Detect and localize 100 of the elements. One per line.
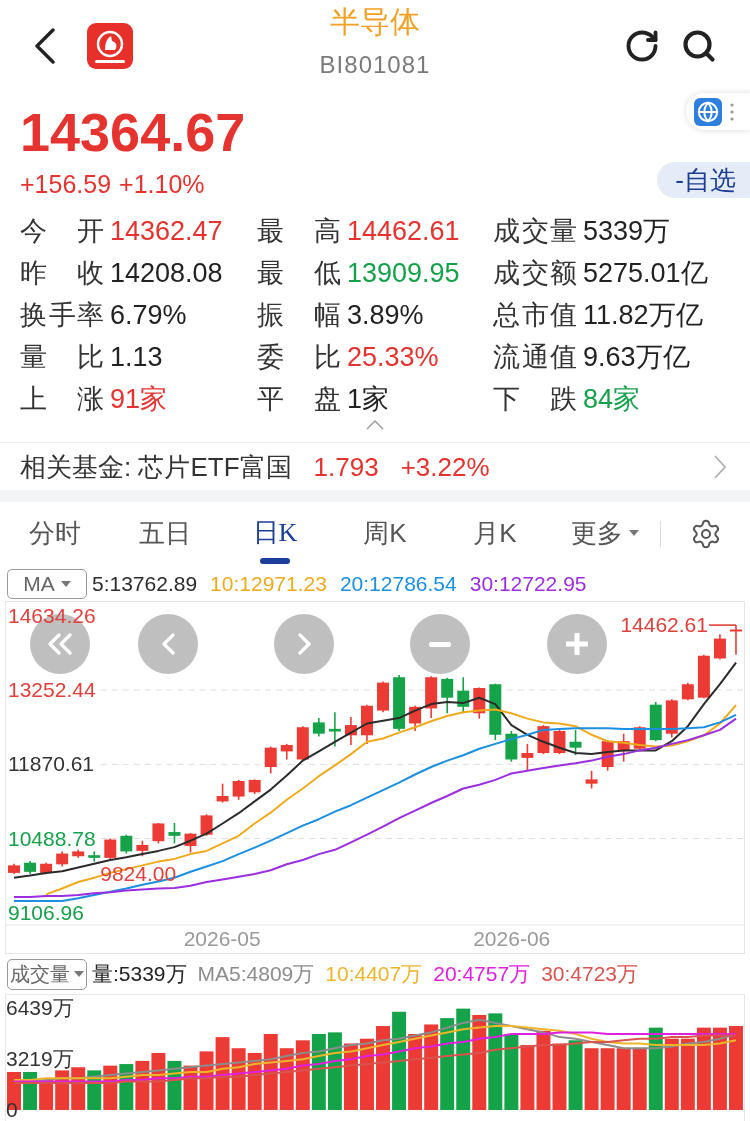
axis-label: 9106.96 — [8, 900, 84, 925]
double-chevron-left-icon — [47, 633, 73, 655]
candlestick — [312, 717, 325, 738]
candlestick — [489, 682, 502, 741]
stat-label: 最 高 — [257, 215, 341, 247]
stat-value: 14362.47 — [110, 215, 223, 247]
chart-tab[interactable]: 更多 — [550, 502, 660, 566]
candlestick — [184, 832, 197, 854]
stat-value: 91家 — [110, 383, 168, 415]
candlestick — [377, 680, 389, 713]
next-button[interactable] — [274, 614, 334, 674]
candlestick — [88, 850, 101, 863]
candlestick — [40, 861, 53, 876]
axis-label: 6439万 — [6, 997, 74, 1019]
candlestick — [361, 703, 373, 745]
page-title: 半导体 — [330, 4, 420, 40]
date-label: 2026-05 — [183, 927, 261, 951]
candlestick — [553, 729, 566, 755]
stat-value: 6.79% — [110, 299, 187, 331]
axis-label: 10488.78 — [8, 826, 96, 851]
refresh-icon[interactable] — [624, 28, 660, 64]
candlestick — [505, 730, 518, 763]
caret-icon — [74, 971, 84, 977]
indicator-dropdown[interactable]: 成交量 — [7, 958, 87, 990]
more-icon[interactable] — [730, 102, 734, 121]
candlestick — [56, 850, 69, 868]
stat-label: 量 比 — [20, 341, 104, 373]
stat-label: 平 盘 — [257, 383, 341, 415]
fund-price: 1.793 — [313, 450, 379, 483]
leader-line — [708, 624, 737, 626]
indicator-dropdown[interactable]: MA — [7, 568, 87, 599]
stat-value: 11.82万亿 — [583, 299, 703, 331]
stat-value: 25.33% — [347, 341, 439, 373]
stat-label: 上 涨 — [20, 383, 104, 415]
candlestick — [152, 822, 165, 845]
candlestick — [665, 698, 678, 739]
stat-label: 总市值 — [493, 299, 577, 331]
stat-value: 5339万 — [583, 215, 671, 247]
high-price-label: 14462.61 — [620, 615, 708, 636]
candlestick — [104, 837, 117, 861]
fund-name[interactable]: 相关基金: 芯片ETF富国 — [20, 450, 292, 483]
candlestick — [328, 711, 341, 748]
price-change-percent: +1.10% — [119, 169, 205, 199]
candlestick — [730, 624, 742, 656]
candlestick — [344, 716, 357, 746]
stat-value: 1家 — [347, 383, 390, 415]
zoom-out-button[interactable] — [410, 614, 470, 674]
stat-label: 委 比 — [257, 341, 341, 373]
moving-average-value: 10:12971.23 — [210, 570, 327, 597]
candlestick — [24, 860, 37, 875]
volume-average-value: 20:4757万 — [433, 961, 531, 987]
stat-label: 下 跌 — [493, 383, 577, 415]
chart-tab[interactable]: 分时 — [0, 502, 110, 566]
stat-value: 14208.08 — [110, 257, 223, 289]
candlestick — [72, 849, 85, 859]
volume-value: 量:5339万 — [92, 961, 187, 987]
candlestick — [697, 653, 710, 699]
chart-tab[interactable]: 月K — [440, 502, 550, 566]
price: 14364.67 — [20, 104, 246, 160]
candlestick — [200, 813, 213, 837]
stat-value: 13909.95 — [347, 257, 460, 289]
fund-change: +3.22% — [400, 450, 490, 483]
candlestick — [425, 675, 438, 719]
chevron-right-icon — [297, 633, 311, 655]
candlestick — [681, 681, 694, 702]
volume-average-value: 10:4407万 — [325, 961, 423, 987]
candlestick — [232, 779, 245, 801]
candlestick — [393, 674, 406, 732]
chart-tab[interactable]: 日K — [220, 502, 330, 566]
candlestick — [136, 839, 149, 858]
stat-value: 14462.61 — [347, 215, 460, 247]
search-icon[interactable] — [681, 28, 717, 64]
candlestick — [617, 732, 630, 763]
moving-average-value: 30:12722.95 — [469, 570, 587, 597]
zoom-in-button[interactable] — [547, 614, 607, 674]
stat-label: 流通值 — [493, 341, 577, 373]
volume-average-value: MA5:4809万 — [197, 961, 315, 987]
candlestick — [713, 633, 726, 661]
stat-label: 昨 收 — [20, 257, 104, 289]
chart-tab[interactable]: 周K — [330, 502, 440, 566]
minus-icon — [429, 641, 451, 647]
caret-icon — [629, 530, 639, 536]
moving-average-value: 20:12786.54 — [339, 570, 457, 597]
volume-average-value: 30:4723万 — [541, 961, 639, 987]
candlestick — [521, 743, 534, 772]
axis-label: 3219万 — [6, 1048, 74, 1070]
watchlist-button[interactable]: -自选 — [657, 162, 750, 198]
candlestick — [649, 701, 662, 742]
stat-label: 成交额 — [493, 257, 577, 289]
candlestick — [280, 743, 293, 761]
chevron-right-icon[interactable] — [714, 454, 726, 479]
globe-icon[interactable] — [694, 97, 722, 126]
candlestick — [120, 833, 133, 855]
chevron-up-icon[interactable] — [366, 420, 384, 430]
chart-tab[interactable]: 五日 — [110, 502, 220, 566]
candlestick — [168, 822, 181, 845]
stat-label: 换手率 — [20, 299, 104, 331]
back-icon[interactable] — [34, 28, 56, 64]
previous-button[interactable] — [138, 614, 198, 674]
stat-label: 成交量 — [493, 215, 577, 247]
